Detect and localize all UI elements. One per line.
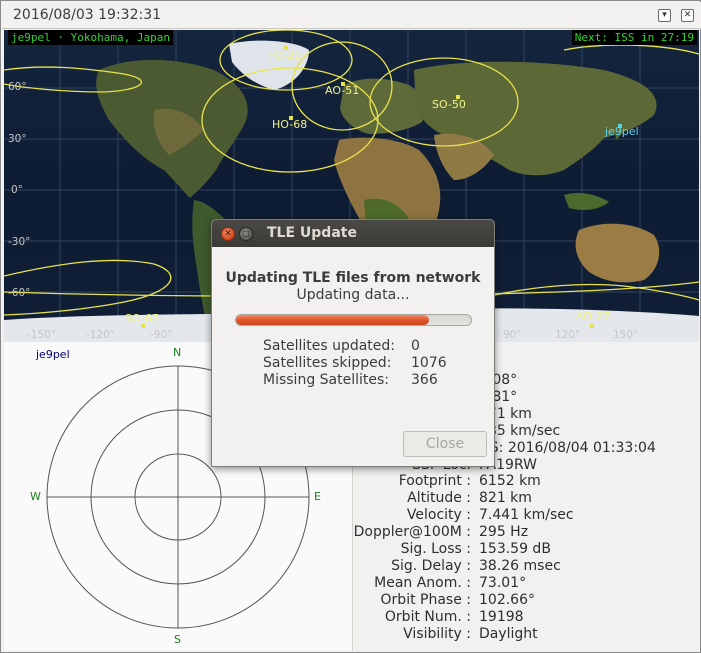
satellite-label-ho68[interactable]: HO-68 xyxy=(272,118,307,131)
stat-label-updated: Satellites updated: xyxy=(263,338,396,354)
polar-qth-label: je9pel xyxy=(36,348,70,361)
update-progress-bar xyxy=(235,314,472,326)
window-menu-button[interactable]: ▾ xyxy=(658,9,671,22)
detail-row-footprint: Footprint : 6152 km xyxy=(398,473,541,489)
satellite-label-so50[interactable]: SO-50 xyxy=(432,98,466,111)
dialog-minimize-icon[interactable]: □ xyxy=(239,227,253,241)
stat-value-skipped: 1076 xyxy=(411,355,447,371)
satellite-label-ao27[interactable]: AO-27 xyxy=(576,310,610,323)
latitude-label-30: 30° xyxy=(8,133,27,145)
longitude-label-minus120: -120° xyxy=(86,329,116,341)
polar-south-label: S xyxy=(174,633,181,646)
detail-row-orbit-phase: Orbit Phase : 102.66° xyxy=(380,592,535,608)
stat-label-missing: Missing Satellites: xyxy=(263,372,390,388)
stat-value-missing: 366 xyxy=(411,372,438,388)
ground-station-label: je9pel xyxy=(605,125,639,138)
window-title: 2016/08/03 19:32:31 xyxy=(13,7,162,23)
detail-row-mean-anom: Mean Anom. : 73.01° xyxy=(374,575,527,591)
satellite-label-fo29[interactable]: FO-29 xyxy=(268,49,301,62)
dialog-status: Updating data... xyxy=(296,287,410,303)
dialog-title: TLE Update xyxy=(267,225,357,241)
polar-east-label: E xyxy=(314,490,321,503)
qth-location-label: je9pel · Yokohama, Japan xyxy=(8,30,173,45)
longitude-label-minus90: -90° xyxy=(150,329,173,341)
dialog-titlebar: ✕ □ TLE Update xyxy=(212,220,494,247)
satellite-label-ao51[interactable]: AO-51 xyxy=(325,84,359,97)
longitude-label-150: 150° xyxy=(613,329,639,341)
window-close-button[interactable]: ✕ xyxy=(681,9,694,22)
polar-north-label: N xyxy=(173,346,182,359)
detail-row-visibility: Visibility : Daylight xyxy=(403,626,538,642)
detail-row-altitude: Altitude : 821 km xyxy=(407,490,532,506)
detail-row-sig-delay: Sig. Delay : 38.26 msec xyxy=(391,558,561,574)
window-titlebar: 2016/08/03 19:32:31 ▾ ✕ xyxy=(2,2,701,29)
detail-row-velocity: Velocity : 7.441 km/sec xyxy=(406,507,574,523)
detail-row-orbit-num: Orbit Num. : 19198 xyxy=(384,609,524,625)
latitude-label-0: 0° xyxy=(11,184,23,196)
latitude-label-minus30: -30° xyxy=(8,236,31,248)
close-button[interactable]: Close xyxy=(403,431,487,457)
polar-west-label: W xyxy=(30,490,41,503)
app-window: 2016/08/03 19:32:31 ▾ ✕ je9pel · Yokoham… xyxy=(0,0,701,653)
longitude-label-120: 120° xyxy=(555,329,581,341)
detail-row-sig-loss: Sig. Loss : 153.59 dB xyxy=(400,541,551,557)
stat-label-skipped: Satellites skipped: xyxy=(263,355,392,371)
latitude-label-60: 60° xyxy=(8,81,27,93)
dialog-close-icon[interactable]: ✕ xyxy=(221,227,235,241)
satellite-label-so67[interactable]: SO-67 xyxy=(125,312,159,325)
stat-value-updated: 0 xyxy=(411,338,420,354)
detail-row-doppler: Doppler@100M : 295 Hz xyxy=(353,524,529,540)
longitude-label-90: 90° xyxy=(503,329,522,341)
dialog-heading: Updating TLE files from network xyxy=(225,270,481,286)
update-progress-fill xyxy=(236,315,429,325)
next-pass-label: Next: ISS in 27:19 xyxy=(571,30,697,45)
longitude-label-minus150: -150° xyxy=(27,329,57,341)
tle-update-dialog: ✕ □ TLE Update Updating TLE files from n… xyxy=(211,219,495,467)
latitude-label-minus60: -60° xyxy=(8,287,31,299)
